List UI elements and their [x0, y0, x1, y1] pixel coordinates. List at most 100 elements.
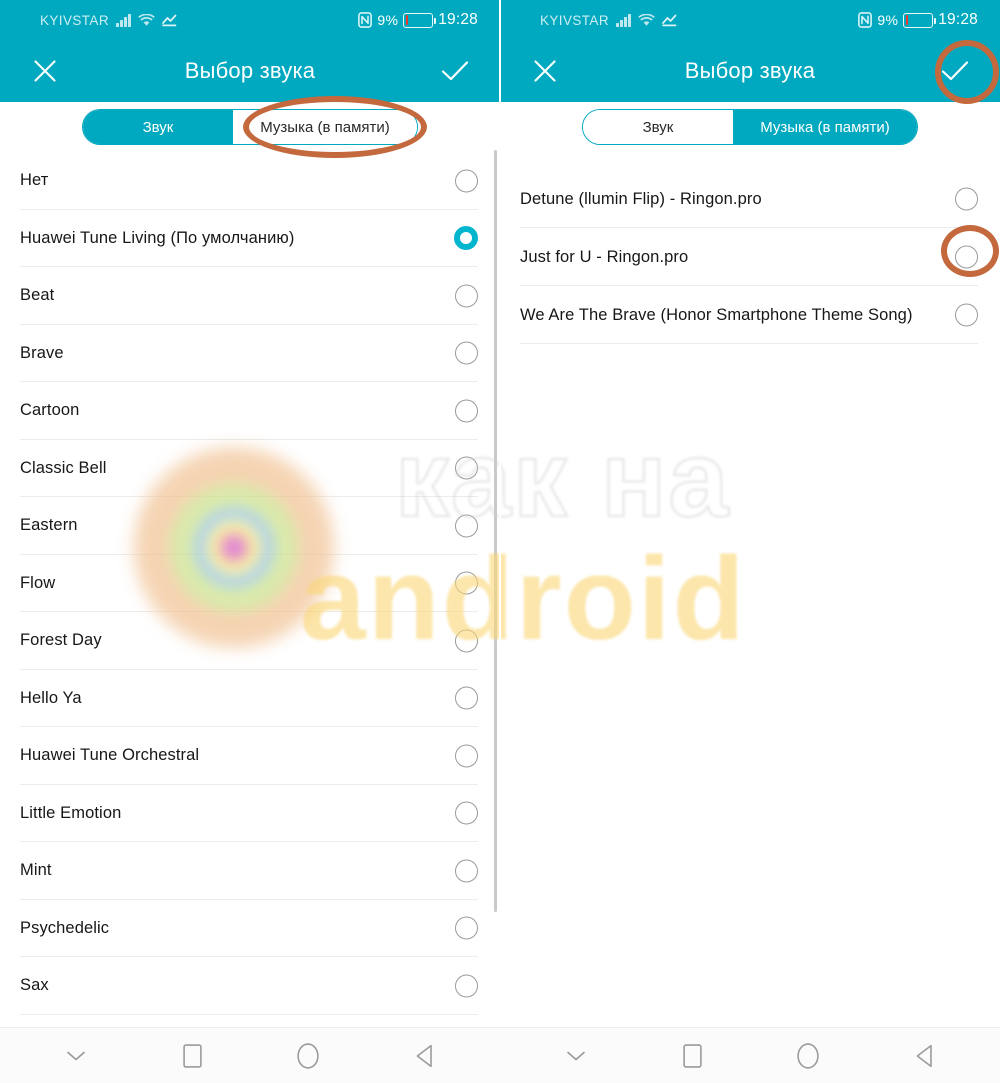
radio-button[interactable] — [955, 187, 978, 211]
status-bar-left-group: KYIVSTAR — [40, 13, 177, 28]
list-item[interactable]: Beat — [0, 267, 500, 325]
radio-button[interactable] — [455, 571, 478, 595]
back-triangle-icon[interactable] — [901, 1033, 947, 1079]
list-item-label: Huawei Tune Orchestral — [20, 746, 200, 765]
carrier-label: KYIVSTAR — [40, 12, 109, 28]
list-item[interactable]: Detune (llumin Flip) - Ringon.pro — [500, 170, 1000, 228]
radio-button[interactable] — [955, 245, 978, 269]
list-item-label: Little Emotion — [20, 803, 122, 822]
radio-button[interactable] — [455, 284, 478, 308]
list-item[interactable]: Нет — [0, 152, 500, 210]
tab-music-left[interactable]: Музыка (в памяти) — [233, 110, 417, 144]
radio-button[interactable] — [455, 399, 478, 423]
scrollbar-left[interactable] — [494, 150, 497, 912]
signal-bars-icon — [615, 13, 631, 27]
radio-button[interactable] — [455, 456, 478, 480]
status-bar-right-group: 9% 19:28 — [858, 0, 978, 40]
list-item[interactable]: Hello Ya — [0, 670, 500, 727]
tab-group-left: Звук Музыка (в памяти) — [82, 109, 418, 145]
list-item[interactable]: Just for U - Ringon.pro — [500, 228, 1000, 286]
list-item-label: Нет — [20, 171, 49, 190]
list-divider — [520, 343, 978, 344]
nav-half-left — [0, 1028, 500, 1083]
left-phone-screen: KYIVSTAR 9% 19:28 Выбор звука Звук Музык… — [0, 0, 500, 1083]
list-item-label: Detune (llumin Flip) - Ringon.pro — [520, 189, 762, 208]
list-divider — [20, 1013, 478, 1015]
tab-group-right: Звук Музыка (в памяти) — [582, 109, 918, 145]
close-x-icon[interactable] — [528, 54, 562, 88]
ringtone-list-left: Нет Huawei Tune Living (По умолчанию) Beat… — [0, 152, 500, 1015]
hide-keyboard-chevron-icon[interactable] — [53, 1033, 99, 1079]
data-transfer-icon — [661, 14, 677, 27]
screen-separator — [499, 0, 501, 1083]
list-item-label: Mint — [20, 861, 52, 880]
page-title: Выбор звука — [184, 58, 316, 83]
tab-music-right[interactable]: Музыка (в памяти) — [733, 110, 917, 144]
radio-button[interactable] — [455, 859, 478, 883]
close-x-icon[interactable] — [28, 54, 62, 88]
list-item-label: Brave — [20, 343, 64, 362]
list-item-label: Just for U - Ringon.pro — [520, 247, 689, 266]
data-transfer-icon — [161, 14, 177, 27]
radio-button[interactable] — [455, 801, 478, 825]
radio-button[interactable] — [455, 629, 478, 653]
list-item[interactable]: Forest Day — [0, 612, 500, 670]
battery-percent-label: 9% — [877, 12, 899, 28]
list-item-label: Hello Ya — [20, 688, 82, 707]
list-item[interactable]: We Are The Brave (Honor Smartphone Theme… — [500, 286, 1000, 344]
tab-sound-left[interactable]: Звук — [83, 110, 233, 144]
list-item[interactable]: Brave — [0, 325, 500, 382]
hide-keyboard-chevron-icon[interactable] — [553, 1033, 599, 1079]
radio-button[interactable] — [455, 916, 478, 940]
list-item[interactable]: Classic Bell — [0, 440, 500, 497]
status-bar-right-group: 9% 19:28 — [358, 0, 478, 40]
list-item-label: Huawei Tune Living (По умолчанию) — [20, 228, 295, 247]
list-item[interactable]: Cartoon — [0, 382, 500, 440]
list-item[interactable]: Sax — [0, 957, 500, 1015]
battery-low-icon — [903, 12, 937, 28]
list-item[interactable]: Psychedelic — [0, 900, 500, 957]
battery-percent-label: 9% — [377, 12, 399, 28]
carrier-label: KYIVSTAR — [540, 12, 609, 28]
recents-square-icon[interactable] — [669, 1033, 715, 1079]
list-item-label: Beat — [20, 286, 55, 305]
page-title: Выбор звука — [684, 58, 816, 83]
status-bar-left: KYIVSTAR 9% 19:28 — [0, 0, 500, 40]
home-circle-icon[interactable] — [285, 1033, 331, 1079]
battery-low-icon — [403, 12, 437, 28]
list-item[interactable]: Huawei Tune Living (По умолчанию) — [0, 210, 500, 267]
app-bar-left: Выбор звука — [0, 40, 500, 102]
tab-bar-right: Звук Музыка (в памяти) — [500, 102, 1000, 152]
radio-button[interactable] — [455, 514, 478, 538]
list-item-label: Psychedelic — [20, 918, 110, 937]
radio-button-selected[interactable] — [454, 226, 478, 251]
list-item[interactable]: Eastern — [0, 497, 500, 555]
list-item-label: Sax — [20, 976, 49, 995]
clock-label: 19:28 — [438, 11, 478, 28]
tab-sound-right[interactable]: Звук — [583, 110, 733, 144]
list-item-label: Forest Day — [20, 631, 102, 650]
recents-square-icon[interactable] — [169, 1033, 215, 1079]
list-item[interactable]: Flow — [0, 555, 500, 612]
music-list-right: Detune (llumin Flip) - Ringon.pro Just fo… — [500, 152, 1000, 344]
list-item-label: Cartoon — [20, 401, 80, 420]
back-triangle-icon[interactable] — [401, 1033, 447, 1079]
list-item[interactable]: Little Emotion — [0, 785, 500, 842]
radio-button[interactable] — [455, 169, 478, 193]
list-item[interactable]: Mint — [0, 842, 500, 900]
list-item-label: Eastern — [20, 516, 78, 535]
signal-bars-icon — [115, 13, 131, 27]
clock-label: 19:28 — [938, 11, 978, 28]
radio-button[interactable] — [455, 686, 478, 710]
radio-button[interactable] — [455, 744, 478, 768]
home-circle-icon[interactable] — [785, 1033, 831, 1079]
checkmark-icon[interactable] — [938, 54, 972, 88]
list-item[interactable]: Huawei Tune Orchestral — [0, 727, 500, 785]
list-item-label: Classic Bell — [20, 458, 107, 477]
list-item-label: We Are The Brave (Honor Smartphone Theme… — [520, 305, 913, 324]
radio-button[interactable] — [455, 341, 478, 365]
checkmark-icon[interactable] — [438, 54, 472, 88]
app-bar-right: Выбор звука — [500, 40, 1000, 102]
radio-button[interactable] — [955, 303, 978, 327]
radio-button[interactable] — [455, 974, 478, 998]
